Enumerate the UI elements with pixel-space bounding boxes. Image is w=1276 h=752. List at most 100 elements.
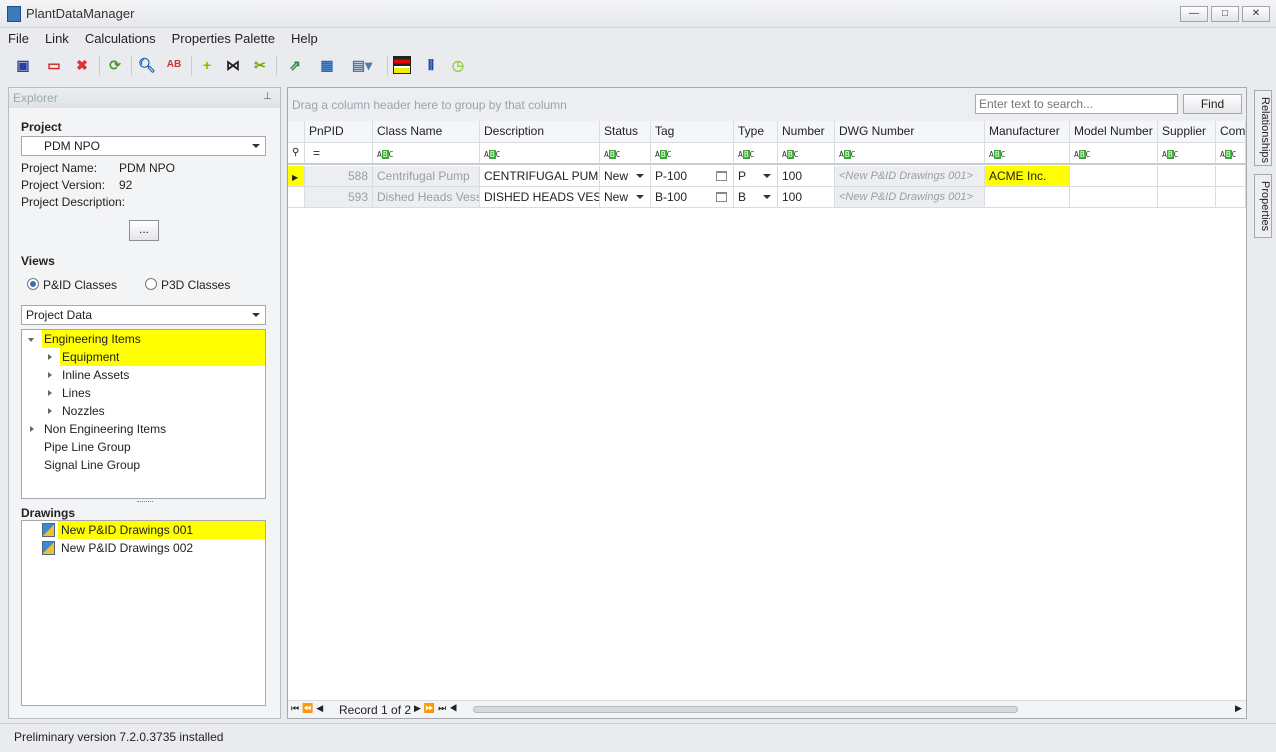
cell-type[interactable]: P bbox=[734, 166, 778, 186]
cell-number[interactable]: 100 bbox=[778, 166, 835, 186]
cell-class-name[interactable]: Dished Heads Vessel bbox=[373, 187, 480, 207]
table-row[interactable]: ▶ 588 Centrifugal Pump CENTRIFUGAL PUMP New P… bbox=[288, 166, 1246, 187]
column-header-comm[interactable]: Comm bbox=[1216, 121, 1246, 142]
minimize-button[interactable]: — bbox=[1180, 6, 1208, 22]
split-icon[interactable]: ✂ bbox=[251, 56, 269, 74]
replace-icon[interactable]: AB bbox=[165, 56, 183, 74]
drawing-item[interactable]: New P&ID Drawings 002 bbox=[61, 539, 193, 557]
cell-type[interactable]: B bbox=[734, 187, 778, 207]
cell-manufacturer[interactable] bbox=[985, 187, 1070, 207]
project-combo[interactable]: PDM NPO bbox=[21, 136, 266, 156]
cell-tag[interactable]: P-100 bbox=[651, 166, 734, 186]
expand-icon[interactable] bbox=[48, 408, 55, 414]
find-button[interactable]: Find bbox=[1183, 94, 1242, 114]
menu-file[interactable]: File bbox=[2, 29, 37, 46]
menu-link[interactable]: Link bbox=[39, 29, 77, 46]
filter-type[interactable]: ABC bbox=[734, 143, 778, 163]
collapse-icon[interactable] bbox=[28, 338, 34, 345]
filter-class-name[interactable]: ABC bbox=[373, 143, 480, 163]
expand-icon[interactable] bbox=[48, 354, 55, 360]
cell-pnpid[interactable]: 588 bbox=[305, 166, 373, 186]
color-rows-icon[interactable] bbox=[393, 56, 411, 74]
filter-number[interactable]: ABC bbox=[778, 143, 835, 163]
cell-comm[interactable] bbox=[1216, 166, 1246, 186]
maximize-button[interactable]: □ bbox=[1211, 6, 1239, 22]
cell-tag[interactable]: B-100 bbox=[651, 187, 734, 207]
filter-comm[interactable]: ABC bbox=[1216, 143, 1246, 163]
cell-status[interactable]: New bbox=[600, 187, 651, 207]
search-input[interactable] bbox=[975, 94, 1178, 114]
cell-model-number[interactable] bbox=[1070, 187, 1158, 207]
edit-button-icon[interactable] bbox=[716, 171, 727, 181]
row-indicator[interactable] bbox=[288, 187, 305, 207]
drawing-item[interactable]: New P&ID Drawings 001 bbox=[58, 521, 265, 539]
refresh-icon[interactable]: ⟳ bbox=[106, 56, 124, 74]
filter-supplier[interactable]: ABC bbox=[1158, 143, 1216, 163]
dropdown-arrow-icon[interactable] bbox=[636, 195, 644, 203]
export-icon[interactable]: ⇗ bbox=[286, 56, 304, 74]
tree-item-equipment[interactable]: Equipment bbox=[60, 348, 265, 366]
cell-description[interactable]: DISHED HEADS VESSEL bbox=[480, 187, 600, 207]
filter-status[interactable]: ABC bbox=[600, 143, 651, 163]
menu-properties-palette[interactable]: Properties Palette bbox=[166, 29, 283, 46]
expand-icon[interactable] bbox=[48, 390, 55, 396]
column-header-description[interactable]: Description bbox=[480, 121, 600, 142]
column-header-type[interactable]: Type bbox=[734, 121, 778, 142]
tree-item-signal-line-group[interactable]: Signal Line Group bbox=[44, 456, 140, 474]
column-header-tag[interactable]: Tag bbox=[651, 121, 734, 142]
cell-pnpid[interactable]: 593 bbox=[305, 187, 373, 207]
pid-classes-radio[interactable] bbox=[27, 278, 39, 290]
horizontal-scrollbar[interactable] bbox=[473, 706, 1018, 713]
menu-help[interactable]: Help bbox=[285, 29, 326, 46]
column-header-model-number[interactable]: Model Number bbox=[1070, 121, 1158, 142]
column-header-dwg-number[interactable]: DWG Number bbox=[835, 121, 985, 142]
cell-class-name[interactable]: Centrifugal Pump bbox=[373, 166, 480, 186]
cell-supplier[interactable] bbox=[1158, 166, 1216, 186]
columns-icon[interactable]: ⦀ bbox=[422, 56, 440, 74]
filter-tag[interactable]: ABC bbox=[651, 143, 734, 163]
tab-relationships[interactable]: Relationships bbox=[1254, 90, 1272, 166]
filter-model-number[interactable]: ABC bbox=[1070, 143, 1158, 163]
edit-button-icon[interactable] bbox=[716, 192, 727, 202]
menu-calculations[interactable]: Calculations bbox=[79, 29, 164, 46]
close-document-icon[interactable]: ▭ bbox=[45, 56, 63, 74]
dropdown-arrow-icon[interactable] bbox=[763, 174, 771, 182]
filter-manufacturer[interactable]: ABC bbox=[985, 143, 1070, 163]
tab-properties[interactable]: Properties bbox=[1254, 174, 1272, 238]
close-button[interactable]: ✕ bbox=[1242, 6, 1270, 22]
cell-manufacturer[interactable]: ACME Inc. bbox=[985, 166, 1070, 186]
cell-comm[interactable] bbox=[1216, 187, 1246, 207]
column-header-number[interactable]: Number bbox=[778, 121, 835, 142]
table-layout-icon[interactable]: ▤▾ bbox=[348, 56, 376, 74]
more-button[interactable]: ... bbox=[129, 220, 159, 241]
tree-item-pipe-line-group[interactable]: Pipe Line Group bbox=[44, 438, 131, 456]
tree-item-nozzles[interactable]: Nozzles bbox=[62, 402, 105, 420]
expand-icon[interactable] bbox=[48, 372, 55, 378]
row-indicator[interactable]: ▶ bbox=[288, 166, 305, 186]
pin-icon[interactable]: ⊥ bbox=[263, 91, 272, 102]
column-header-class-name[interactable]: Class Name bbox=[373, 121, 480, 142]
filter-description[interactable]: ABC bbox=[480, 143, 600, 163]
add-icon[interactable]: + bbox=[198, 56, 216, 74]
cell-status[interactable]: New bbox=[600, 166, 651, 186]
tree-item-engineering-items[interactable]: Engineering Items bbox=[42, 330, 265, 348]
dropdown-arrow-icon[interactable] bbox=[636, 174, 644, 182]
filter-dwg-number[interactable]: ABC bbox=[835, 143, 985, 163]
cell-model-number[interactable] bbox=[1070, 166, 1158, 186]
filter-pnpid[interactable]: = bbox=[305, 143, 373, 163]
cell-description[interactable]: CENTRIFUGAL PUMP bbox=[480, 166, 600, 186]
add-connector-icon[interactable]: ⋈ bbox=[224, 56, 242, 74]
tree-item-inline-assets[interactable]: Inline Assets bbox=[62, 366, 129, 384]
history-icon[interactable]: ◷ bbox=[449, 56, 467, 74]
cell-dwg-number[interactable]: <New P&ID Drawings 001> bbox=[835, 166, 985, 186]
p3d-classes-radio[interactable] bbox=[145, 278, 157, 290]
dropdown-arrow-icon[interactable] bbox=[763, 195, 771, 203]
nav-next-last-icons[interactable]: ▶⏩⏭◀ bbox=[414, 703, 460, 714]
table-row[interactable]: 593 Dished Heads Vessel DISHED HEADS VESSE… bbox=[288, 187, 1246, 208]
cell-number[interactable]: 100 bbox=[778, 187, 835, 207]
scroll-right-icon[interactable]: ▶ bbox=[1235, 703, 1242, 714]
save-icon[interactable]: ▣ bbox=[14, 56, 32, 74]
cell-supplier[interactable] bbox=[1158, 187, 1216, 207]
expand-icon[interactable] bbox=[30, 426, 37, 432]
column-header-pnpid[interactable]: PnPID bbox=[305, 121, 373, 142]
